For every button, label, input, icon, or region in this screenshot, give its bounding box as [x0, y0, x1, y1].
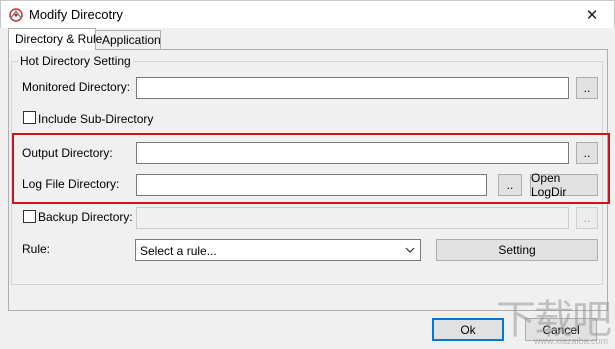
- monitored-directory-label: Monitored Directory:: [22, 80, 131, 94]
- output-browse-button[interactable]: ..: [576, 142, 598, 164]
- window-title: Modify Direcotry: [29, 7, 123, 22]
- tab-directory-rule[interactable]: Directory & Rule: [8, 28, 102, 50]
- chevron-down-icon[interactable]: [404, 243, 416, 257]
- backup-browse-button[interactable]: ..: [576, 207, 598, 229]
- watermark-text: 下载吧: [496, 297, 612, 343]
- backup-directory-checkbox[interactable]: [23, 210, 36, 223]
- monitored-directory-input[interactable]: [136, 77, 569, 99]
- title-bar: Modify Direcotry ✕: [0, 0, 615, 28]
- tab-application[interactable]: Application: [95, 30, 161, 50]
- backup-directory-input[interactable]: [136, 207, 569, 229]
- close-button[interactable]: ✕: [570, 1, 614, 29]
- log-directory-label: Log File Directory:: [22, 177, 120, 191]
- watermark: 下载吧 www.xiazaiba.com: [482, 297, 612, 346]
- open-logdir-button[interactable]: Open LogDir: [530, 171, 598, 199]
- group-legend: Hot Directory Setting: [18, 54, 133, 68]
- log-directory-input[interactable]: [136, 174, 487, 196]
- setting-button[interactable]: Setting: [436, 239, 598, 261]
- include-subdirectory-label: Include Sub-Directory: [38, 112, 154, 126]
- rule-label: Rule:: [22, 242, 51, 256]
- rule-select[interactable]: Select a rule...: [135, 239, 421, 261]
- app-icon: [9, 8, 23, 22]
- rule-select-value: Select a rule...: [140, 244, 217, 258]
- watermark-url: www.xiazaiba.com: [533, 336, 608, 346]
- output-directory-label: Output Directory:: [22, 146, 113, 160]
- include-subdirectory-checkbox[interactable]: [23, 111, 36, 124]
- backup-directory-label: Backup Directory:: [38, 210, 133, 224]
- log-browse-button[interactable]: ..: [498, 174, 522, 196]
- close-icon[interactable]: ✕: [586, 6, 599, 24]
- output-directory-input[interactable]: [136, 142, 569, 164]
- monitored-browse-button[interactable]: ..: [576, 77, 598, 99]
